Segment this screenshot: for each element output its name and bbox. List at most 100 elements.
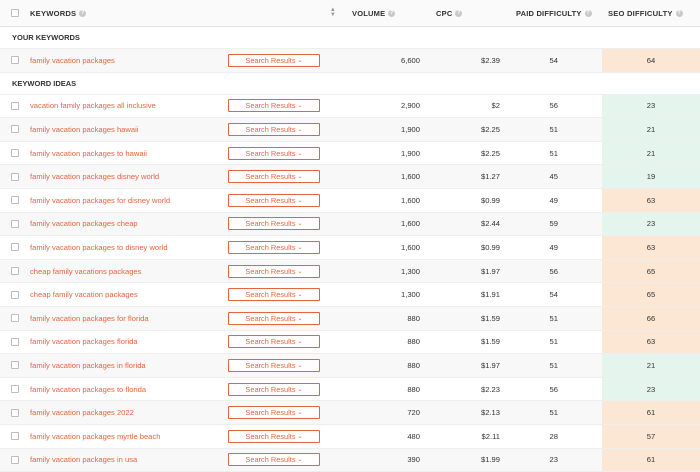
keyword-link[interactable]: family vacation packages hawaii — [30, 125, 222, 134]
search-results-cell: Search Results ⌄ — [222, 406, 326, 419]
section-your-keywords: YOUR KEYWORDS — [0, 27, 700, 49]
table-row: family vacation packages in usa Search R… — [0, 449, 700, 472]
cpc-value: $1.97 — [426, 361, 510, 370]
keyword-link[interactable]: family vacation packages to disney world — [30, 243, 222, 252]
row-checkbox-cell — [0, 243, 30, 251]
search-results-button[interactable]: Search Results ⌄ — [228, 194, 320, 207]
search-results-button[interactable]: Search Results ⌄ — [228, 312, 320, 325]
keyword-link[interactable]: family vacation packages myrtle beach — [30, 432, 222, 441]
search-results-button[interactable]: Search Results ⌄ — [228, 217, 320, 230]
search-results-button[interactable]: Search Results ⌄ — [228, 241, 320, 254]
keyword-link[interactable]: family vacation packages 2022 — [30, 408, 222, 417]
paid-difficulty-value: 45 — [510, 172, 602, 181]
row-checkbox[interactable] — [11, 456, 19, 464]
keyword-link[interactable]: family vacation packages florida — [30, 337, 222, 346]
row-checkbox[interactable] — [11, 314, 19, 322]
search-results-button[interactable]: Search Results ⌄ — [228, 430, 320, 443]
row-checkbox[interactable] — [11, 267, 19, 275]
search-results-button[interactable]: Search Results ⌄ — [228, 453, 320, 466]
search-results-cell: Search Results ⌄ — [222, 383, 326, 396]
cpc-value: $2 — [426, 101, 510, 110]
search-results-button[interactable]: Search Results ⌄ — [228, 265, 320, 278]
row-checkbox[interactable] — [11, 409, 19, 417]
keyword-link[interactable]: vacation family packages all inclusive — [30, 101, 222, 110]
info-icon[interactable]: ? — [455, 10, 462, 17]
row-checkbox[interactable] — [11, 291, 19, 299]
table-row: family vacation packages in florida Sear… — [0, 354, 700, 378]
chevron-down-icon: ⌄ — [298, 244, 303, 251]
header-keywords[interactable]: KEYWORDS ? — [30, 9, 222, 18]
search-results-cell: Search Results ⌄ — [222, 359, 326, 372]
keyword-link[interactable]: family vacation packages to hawaii — [30, 149, 222, 158]
table-row: cheap family vacations packages Search R… — [0, 260, 700, 284]
cpc-value: $1.27 — [426, 172, 510, 181]
keyword-link[interactable]: family vacation packages in usa — [30, 455, 222, 464]
header-paid-difficulty[interactable]: PAID DIFFICULTY ? — [510, 9, 602, 18]
keyword-link[interactable]: cheap family vacation packages — [30, 290, 222, 299]
volume-value: 1,600 — [340, 219, 426, 228]
row-checkbox[interactable] — [11, 173, 19, 181]
row-checkbox[interactable] — [11, 385, 19, 393]
paid-difficulty-value: 54 — [510, 290, 602, 299]
table-row: family vacation packages Search Results … — [0, 49, 700, 73]
row-checkbox[interactable] — [11, 56, 19, 64]
search-results-button[interactable]: Search Results ⌄ — [228, 170, 320, 183]
seo-difficulty-value: 65 — [602, 283, 700, 306]
chevron-down-icon: ⌄ — [298, 409, 303, 416]
info-icon[interactable]: ? — [388, 10, 395, 17]
row-checkbox[interactable] — [11, 243, 19, 251]
info-icon[interactable]: ? — [79, 10, 86, 17]
keyword-link[interactable]: family vacation packages disney world — [30, 172, 222, 181]
search-results-button[interactable]: Search Results ⌄ — [228, 54, 320, 67]
row-checkbox[interactable] — [11, 125, 19, 133]
search-results-button[interactable]: Search Results ⌄ — [228, 147, 320, 160]
row-checkbox[interactable] — [11, 196, 19, 204]
chevron-down-icon: ⌄ — [298, 220, 303, 227]
keywords-sort-toggle[interactable]: ▲ ▼ — [326, 8, 340, 18]
row-checkbox-cell — [0, 196, 30, 204]
volume-value: 2,900 — [340, 101, 426, 110]
keyword-link[interactable]: family vacation packages — [30, 56, 222, 65]
keyword-link[interactable]: family vacation packages in florida — [30, 361, 222, 370]
header-cpc[interactable]: CPC ? — [426, 9, 510, 18]
keyword-link[interactable]: family vacation packages cheap — [30, 219, 222, 228]
search-results-button[interactable]: Search Results ⌄ — [228, 288, 320, 301]
paid-difficulty-value: 49 — [510, 243, 602, 252]
row-checkbox-cell — [0, 56, 30, 64]
header-seo-difficulty-label: SEO DIFFICULTY — [608, 9, 673, 18]
header-seo-difficulty[interactable]: SEO DIFFICULTY ? — [602, 0, 700, 26]
volume-value: 880 — [340, 314, 426, 323]
seo-difficulty-value: 21 — [602, 118, 700, 141]
row-checkbox[interactable] — [11, 149, 19, 157]
header-checkbox-cell — [0, 9, 30, 17]
row-checkbox[interactable] — [11, 338, 19, 346]
row-checkbox[interactable] — [11, 432, 19, 440]
row-checkbox-cell — [0, 361, 30, 369]
row-checkbox[interactable] — [11, 220, 19, 228]
search-results-button[interactable]: Search Results ⌄ — [228, 123, 320, 136]
select-all-checkbox[interactable] — [11, 9, 19, 17]
info-icon[interactable]: ? — [585, 10, 592, 17]
row-checkbox[interactable] — [11, 361, 19, 369]
keyword-link[interactable]: cheap family vacations packages — [30, 267, 222, 276]
chevron-down-icon: ⌄ — [298, 362, 303, 369]
info-icon[interactable]: ? — [676, 10, 683, 17]
search-results-button[interactable]: Search Results ⌄ — [228, 359, 320, 372]
volume-value: 1,900 — [340, 125, 426, 134]
keyword-link[interactable]: family vacation packages for florida — [30, 314, 222, 323]
row-checkbox[interactable] — [11, 102, 19, 110]
keyword-link[interactable]: family vacation packages to florida — [30, 385, 222, 394]
search-results-cell: Search Results ⌄ — [222, 312, 326, 325]
table-row: vacation family packages all inclusive S… — [0, 95, 700, 119]
cpc-value: $0.99 — [426, 243, 510, 252]
volume-value: 1,300 — [340, 290, 426, 299]
search-results-button[interactable]: Search Results ⌄ — [228, 406, 320, 419]
search-results-button[interactable]: Search Results ⌄ — [228, 99, 320, 112]
search-results-label: Search Results — [245, 432, 295, 441]
header-volume[interactable]: VOLUME ? — [340, 9, 426, 18]
keyword-link[interactable]: family vacation packages for disney worl… — [30, 196, 222, 205]
search-results-cell: Search Results ⌄ — [222, 430, 326, 443]
search-results-button[interactable]: Search Results ⌄ — [228, 335, 320, 348]
search-results-label: Search Results — [245, 290, 295, 299]
search-results-button[interactable]: Search Results ⌄ — [228, 383, 320, 396]
